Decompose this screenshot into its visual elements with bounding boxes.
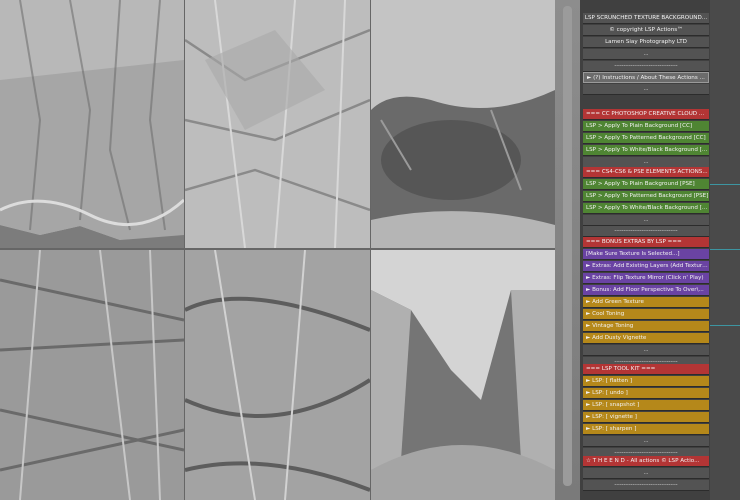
scrollbar-thumb[interactable] xyxy=(563,6,572,486)
action-set-header[interactable]: === CC PHOTOSHOP CREATIVE CLOUD ... xyxy=(583,109,709,120)
texture-preview-6 xyxy=(371,250,555,500)
action-row[interactable]: LSP SCRUNCHED TEXTURE BACKGROUND... xyxy=(583,13,709,24)
action-row[interactable]: ... xyxy=(583,436,709,447)
action-row[interactable]: ► Add Dusty Vignette xyxy=(583,333,709,344)
action-row[interactable]: ► LSP: [ undo ] xyxy=(583,388,709,399)
action-row[interactable]: LSP > Apply To Plain Background [PSE] xyxy=(583,179,709,190)
action-row[interactable]: ... xyxy=(583,468,709,479)
action-row[interactable]: LSP > Apply To White/Black Background [.… xyxy=(583,145,709,156)
crumpled-paper-image xyxy=(0,250,184,500)
crumpled-paper-image xyxy=(371,0,555,248)
canvas-scrollbar[interactable] xyxy=(555,0,580,500)
action-row[interactable]: ► Cool Toning xyxy=(583,309,709,320)
action-row[interactable]: ... xyxy=(583,215,709,226)
action-row[interactable]: ► Vintage Toning xyxy=(583,321,709,332)
action-row[interactable]: [Make Sure Texture Is Selected...] xyxy=(583,249,709,260)
crumpled-paper-image xyxy=(0,0,184,248)
guide-line xyxy=(710,184,740,185)
action-row[interactable]: ► Bonus: Add Floor Perspective To Over\.… xyxy=(583,285,709,296)
action-row[interactable]: LSP > Apply To Patterned Background [PSE… xyxy=(583,191,709,202)
action-row[interactable]: ► Extras: Flip Texture Mirror (Click n' … xyxy=(583,273,709,284)
action-row[interactable]: ► LSP: [ sharpen ] xyxy=(583,424,709,435)
texture-preview-4 xyxy=(0,250,184,500)
action-set-header[interactable]: === BONUS EXTRAS BY LSP === xyxy=(583,237,709,248)
action-row[interactable]: LSP > Apply To Patterned Background [CC] xyxy=(583,133,709,144)
action-row[interactable]: Lamen Siay Photography LTD xyxy=(583,37,709,48)
action-row[interactable]: ... xyxy=(583,49,709,60)
texture-preview-1 xyxy=(0,0,184,248)
action-row[interactable]: ► Add Green Texture xyxy=(583,297,709,308)
action-row[interactable]: ► LSP: [ vignette ] xyxy=(583,412,709,423)
texture-preview-canvas xyxy=(0,0,555,500)
guide-line xyxy=(710,325,740,326)
crumpled-paper-image xyxy=(371,250,555,500)
action-row[interactable]: ► LSP: [ flatten ] xyxy=(583,376,709,387)
panel-right-strip xyxy=(710,0,740,500)
action-set-header[interactable]: === CS4-CS6 & PSE ELEMENTS ACTIONS... xyxy=(583,167,709,178)
action-row[interactable]: © copyright LSP Actions™ xyxy=(583,25,709,36)
action-row[interactable]: ... xyxy=(583,345,709,356)
action-row[interactable]: ----------------------------------- xyxy=(583,480,709,491)
action-row[interactable]: ----------------------------------- xyxy=(583,226,709,237)
action-set-header[interactable]: === LSP TOOL KIT === xyxy=(583,364,709,375)
texture-preview-3 xyxy=(371,0,555,248)
action-row[interactable]: ... xyxy=(583,84,709,95)
action-set-header[interactable]: ☆ T H E E N D - All actions © LSP Actio.… xyxy=(583,456,709,467)
action-row[interactable]: LSP > Apply To Plain Background [CC] xyxy=(583,121,709,132)
action-row[interactable]: ► LSP: [ snapshot ] xyxy=(583,400,709,411)
action-row[interactable]: ► Extras: Add Existing Layers (Add Textu… xyxy=(583,261,709,272)
action-row-selected[interactable]: ► (?) Instructions / About These Actions… xyxy=(583,72,709,83)
texture-preview-2 xyxy=(185,0,370,248)
texture-preview-5 xyxy=(185,250,370,500)
crumpled-paper-image xyxy=(185,250,370,500)
action-row[interactable]: LSP > Apply To White/Black Background [.… xyxy=(583,203,709,214)
crumpled-paper-image xyxy=(185,0,370,248)
guide-line xyxy=(710,249,740,250)
action-row[interactable]: ----------------------------------- xyxy=(583,61,709,72)
